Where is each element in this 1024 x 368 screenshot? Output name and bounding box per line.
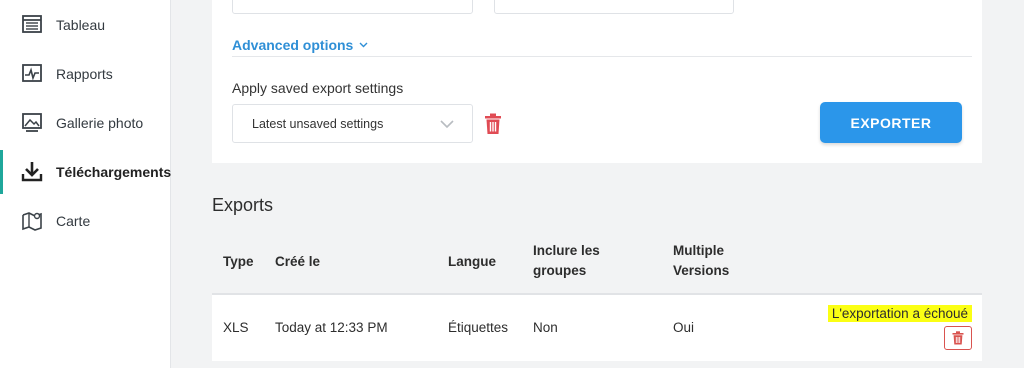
column-header-created: Créé le: [275, 254, 321, 269]
cell-groups: Non: [533, 320, 558, 335]
cell-type: XLS: [223, 320, 249, 335]
sidebar-item-label: Carte: [56, 213, 91, 229]
sidebar-item-telechargements[interactable]: Téléchargements: [0, 150, 172, 194]
sidebar-item-tableau[interactable]: Tableau: [0, 3, 170, 47]
sidebar-item-label: Téléchargements: [56, 164, 172, 180]
divider: [232, 56, 972, 57]
delete-export-button[interactable]: [944, 326, 972, 350]
export-status: L'exportation a échoué: [827, 305, 972, 322]
exports-table: Type Créé le Langue Inclure les groupes …: [212, 230, 982, 368]
reports-icon: [22, 64, 42, 82]
sidebar-item-label: Gallerie photo: [56, 115, 144, 131]
chevron-down-icon: [359, 42, 368, 48]
chevron-down-icon: [440, 120, 454, 129]
sidebar-item-label: Tableau: [56, 17, 106, 33]
cell-versions: Oui: [673, 320, 695, 335]
format-field[interactable]: [232, 0, 473, 14]
saved-settings-value: Latest unsaved settings: [252, 117, 384, 131]
sidebar-item-label: Rapports: [56, 66, 113, 82]
sidebar-item-carte[interactable]: Carte: [0, 199, 170, 243]
cell-language: Étiquettes: [448, 320, 509, 335]
map-icon: [22, 212, 42, 231]
saved-settings-select[interactable]: Latest unsaved settings: [232, 104, 473, 143]
sidebar-item-gallerie-photo[interactable]: Gallerie photo: [0, 101, 170, 145]
exports-section-title: Exports: [212, 195, 274, 215]
apply-saved-settings-label: Apply saved export settings: [232, 80, 404, 96]
export-settings-panel: Advanced options Apply saved export sett…: [212, 0, 982, 163]
delete-saved-settings-icon[interactable]: [484, 113, 502, 135]
column-header-versions: Multiple Versions: [673, 243, 730, 278]
table-icon: [22, 15, 42, 33]
download-icon: [21, 162, 43, 182]
column-header-groups: Inclure les groupes: [533, 243, 600, 278]
cell-created: Today at 12:33 PM: [275, 320, 388, 335]
table-row: XLS Today at 12:33 PM Étiquettes Non Oui…: [212, 295, 982, 361]
export-button[interactable]: EXPORTER: [820, 102, 962, 143]
column-header-language: Langue: [448, 254, 497, 269]
photo-gallery-icon: [22, 113, 42, 132]
column-header-type: Type: [223, 254, 254, 269]
table-header: Type Créé le Langue Inclure les groupes …: [212, 230, 982, 295]
sidebar-item-rapports[interactable]: Rapports: [0, 52, 170, 96]
language-field[interactable]: [494, 0, 734, 14]
trash-icon: [952, 331, 964, 345]
sidebar: Tableau Rapports Gallerie photo Téléchar…: [0, 0, 171, 368]
advanced-options-label: Advanced options: [232, 37, 354, 53]
advanced-options-toggle[interactable]: Advanced options: [232, 37, 368, 53]
